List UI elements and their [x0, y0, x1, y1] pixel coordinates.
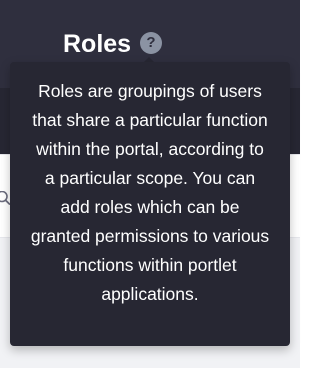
search-icon[interactable]	[0, 191, 10, 205]
help-icon[interactable]: ?	[140, 32, 162, 54]
help-tooltip: Roles are groupings of users that share …	[10, 62, 290, 346]
page-title: Roles	[63, 30, 132, 58]
tooltip-text: Roles are groupings of users that share …	[30, 81, 270, 304]
